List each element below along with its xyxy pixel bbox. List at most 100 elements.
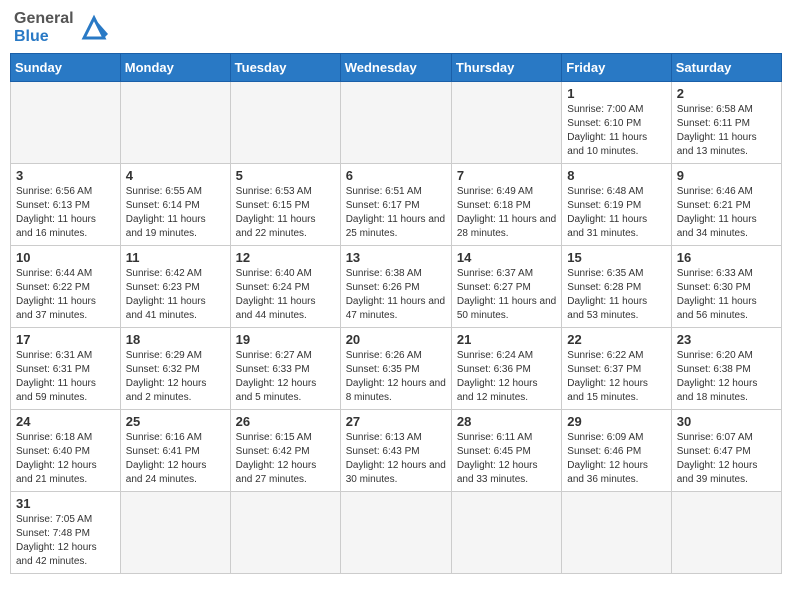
day-info: Sunrise: 6:42 AM Sunset: 6:23 PM Dayligh… bbox=[126, 267, 225, 323]
day-cell bbox=[120, 82, 230, 164]
logo-triangle-icon bbox=[80, 14, 108, 42]
week-row-2: 10 Sunrise: 6:44 AM Sunset: 6:22 PM Dayli… bbox=[11, 246, 782, 328]
day-cell: 31 Sunrise: 7:05 AM Sunset: 7:48 PM Dayli… bbox=[11, 492, 121, 574]
day-cell: 19Sunrise: 6:27 AM Sunset: 6:33 PM Dayli… bbox=[230, 328, 340, 410]
day-number: 31 bbox=[16, 496, 115, 511]
day-cell: 20Sunrise: 6:26 AM Sunset: 6:35 PM Dayli… bbox=[340, 328, 451, 410]
day-cell bbox=[120, 492, 230, 574]
day-cell: 21Sunrise: 6:24 AM Sunset: 6:36 PM Dayli… bbox=[451, 328, 561, 410]
weekday-header-saturday: Saturday bbox=[671, 54, 781, 82]
calendar: SundayMondayTuesdayWednesdayThursdayFrid… bbox=[10, 53, 782, 574]
day-cell: 13 Sunrise: 6:38 AM Sunset: 6:26 PM Dayli… bbox=[340, 246, 451, 328]
week-row-5: 31 Sunrise: 7:05 AM Sunset: 7:48 PM Dayli… bbox=[11, 492, 782, 574]
day-cell bbox=[671, 492, 781, 574]
day-info: Sunrise: 6:13 AM Sunset: 6:43 PM Dayligh… bbox=[346, 431, 446, 487]
day-number: 1 bbox=[567, 86, 665, 101]
header: General Blue bbox=[10, 10, 782, 45]
day-number: 12 bbox=[236, 250, 335, 265]
day-info: Sunrise: 6:07 AM Sunset: 6:47 PM Dayligh… bbox=[677, 431, 776, 487]
day-number: 26 bbox=[236, 414, 335, 429]
weekday-header-sunday: Sunday bbox=[11, 54, 121, 82]
day-info: Sunrise: 6:29 AM Sunset: 6:32 PM Dayligh… bbox=[126, 349, 225, 405]
day-info: Sunrise: 6:33 AM Sunset: 6:30 PM Dayligh… bbox=[677, 267, 776, 323]
day-cell: 7Sunrise: 6:49 AM Sunset: 6:18 PM Daylig… bbox=[451, 164, 561, 246]
day-cell bbox=[230, 82, 340, 164]
day-cell: 15Sunrise: 6:35 AM Sunset: 6:28 PM Dayli… bbox=[562, 246, 671, 328]
day-cell: 30 Sunrise: 6:07 AM Sunset: 6:47 PM Dayli… bbox=[671, 410, 781, 492]
day-cell: 9Sunrise: 6:46 AM Sunset: 6:21 PM Daylig… bbox=[671, 164, 781, 246]
day-number: 5 bbox=[236, 168, 335, 183]
day-number: 21 bbox=[457, 332, 556, 347]
day-cell: 12 Sunrise: 6:40 AM Sunset: 6:24 PM Dayli… bbox=[230, 246, 340, 328]
day-number: 16 bbox=[677, 250, 776, 265]
day-cell: 27 Sunrise: 6:13 AM Sunset: 6:43 PM Dayli… bbox=[340, 410, 451, 492]
weekday-header-friday: Friday bbox=[562, 54, 671, 82]
day-number: 3 bbox=[16, 168, 115, 183]
day-number: 27 bbox=[346, 414, 446, 429]
day-cell: 14Sunrise: 6:37 AM Sunset: 6:27 PM Dayli… bbox=[451, 246, 561, 328]
logo-text: General Blue bbox=[14, 10, 74, 45]
day-cell: 23 Sunrise: 6:20 AM Sunset: 6:38 PM Dayli… bbox=[671, 328, 781, 410]
day-number: 7 bbox=[457, 168, 556, 183]
day-number: 19 bbox=[236, 332, 335, 347]
day-info: Sunrise: 6:22 AM Sunset: 6:37 PM Dayligh… bbox=[567, 349, 665, 405]
day-cell bbox=[11, 82, 121, 164]
day-number: 23 bbox=[677, 332, 776, 347]
day-cell bbox=[340, 492, 451, 574]
day-info: Sunrise: 6:31 AM Sunset: 6:31 PM Dayligh… bbox=[16, 349, 115, 405]
day-cell: 28 Sunrise: 6:11 AM Sunset: 6:45 PM Dayli… bbox=[451, 410, 561, 492]
day-info: Sunrise: 6:56 AM Sunset: 6:13 PM Dayligh… bbox=[16, 185, 115, 241]
day-info: Sunrise: 6:20 AM Sunset: 6:38 PM Dayligh… bbox=[677, 349, 776, 405]
day-info: Sunrise: 6:58 AM Sunset: 6:11 PM Dayligh… bbox=[677, 103, 776, 159]
day-cell: 6Sunrise: 6:51 AM Sunset: 6:17 PM Daylig… bbox=[340, 164, 451, 246]
day-cell: 26 Sunrise: 6:15 AM Sunset: 6:42 PM Dayli… bbox=[230, 410, 340, 492]
day-number: 6 bbox=[346, 168, 446, 183]
day-cell: 22 Sunrise: 6:22 AM Sunset: 6:37 PM Dayli… bbox=[562, 328, 671, 410]
day-info: Sunrise: 6:15 AM Sunset: 6:42 PM Dayligh… bbox=[236, 431, 335, 487]
day-info: Sunrise: 6:46 AM Sunset: 6:21 PM Dayligh… bbox=[677, 185, 776, 241]
day-cell: 1 Sunrise: 7:00 AM Sunset: 6:10 PM Daylig… bbox=[562, 82, 671, 164]
day-info: Sunrise: 6:44 AM Sunset: 6:22 PM Dayligh… bbox=[16, 267, 115, 323]
day-info: Sunrise: 6:18 AM Sunset: 6:40 PM Dayligh… bbox=[16, 431, 115, 487]
day-cell bbox=[451, 492, 561, 574]
day-number: 24 bbox=[16, 414, 115, 429]
logo: General Blue bbox=[14, 10, 108, 45]
day-info: Sunrise: 7:05 AM Sunset: 7:48 PM Dayligh… bbox=[16, 513, 115, 569]
day-cell: 18 Sunrise: 6:29 AM Sunset: 6:32 PM Dayli… bbox=[120, 328, 230, 410]
day-cell bbox=[340, 82, 451, 164]
day-number: 30 bbox=[677, 414, 776, 429]
day-info: Sunrise: 6:16 AM Sunset: 6:41 PM Dayligh… bbox=[126, 431, 225, 487]
weekday-header-tuesday: Tuesday bbox=[230, 54, 340, 82]
week-row-4: 24 Sunrise: 6:18 AM Sunset: 6:40 PM Dayli… bbox=[11, 410, 782, 492]
day-number: 29 bbox=[567, 414, 665, 429]
day-number: 10 bbox=[16, 250, 115, 265]
day-cell: 24 Sunrise: 6:18 AM Sunset: 6:40 PM Dayli… bbox=[11, 410, 121, 492]
day-info: Sunrise: 6:38 AM Sunset: 6:26 PM Dayligh… bbox=[346, 267, 446, 323]
day-cell: 5Sunrise: 6:53 AM Sunset: 6:15 PM Daylig… bbox=[230, 164, 340, 246]
day-number: 22 bbox=[567, 332, 665, 347]
day-info: Sunrise: 7:00 AM Sunset: 6:10 PM Dayligh… bbox=[567, 103, 665, 159]
day-number: 18 bbox=[126, 332, 225, 347]
day-cell: 17Sunrise: 6:31 AM Sunset: 6:31 PM Dayli… bbox=[11, 328, 121, 410]
day-cell: 11 Sunrise: 6:42 AM Sunset: 6:23 PM Dayli… bbox=[120, 246, 230, 328]
day-cell: 29 Sunrise: 6:09 AM Sunset: 6:46 PM Dayli… bbox=[562, 410, 671, 492]
day-number: 13 bbox=[346, 250, 446, 265]
day-number: 25 bbox=[126, 414, 225, 429]
day-cell bbox=[562, 492, 671, 574]
day-cell: 4Sunrise: 6:55 AM Sunset: 6:14 PM Daylig… bbox=[120, 164, 230, 246]
week-row-1: 3 Sunrise: 6:56 AM Sunset: 6:13 PM Daylig… bbox=[11, 164, 782, 246]
weekday-header-row: SundayMondayTuesdayWednesdayThursdayFrid… bbox=[11, 54, 782, 82]
day-cell: 16 Sunrise: 6:33 AM Sunset: 6:30 PM Dayli… bbox=[671, 246, 781, 328]
day-info: Sunrise: 6:11 AM Sunset: 6:45 PM Dayligh… bbox=[457, 431, 556, 487]
week-row-0: 1 Sunrise: 7:00 AM Sunset: 6:10 PM Daylig… bbox=[11, 82, 782, 164]
day-cell bbox=[230, 492, 340, 574]
day-cell: 25 Sunrise: 6:16 AM Sunset: 6:41 PM Dayli… bbox=[120, 410, 230, 492]
day-number: 11 bbox=[126, 250, 225, 265]
day-info: Sunrise: 6:09 AM Sunset: 6:46 PM Dayligh… bbox=[567, 431, 665, 487]
day-number: 14 bbox=[457, 250, 556, 265]
weekday-header-monday: Monday bbox=[120, 54, 230, 82]
day-info: Sunrise: 6:40 AM Sunset: 6:24 PM Dayligh… bbox=[236, 267, 335, 323]
day-info: Sunrise: 6:35 AM Sunset: 6:28 PM Dayligh… bbox=[567, 267, 665, 323]
day-number: 28 bbox=[457, 414, 556, 429]
day-number: 4 bbox=[126, 168, 225, 183]
